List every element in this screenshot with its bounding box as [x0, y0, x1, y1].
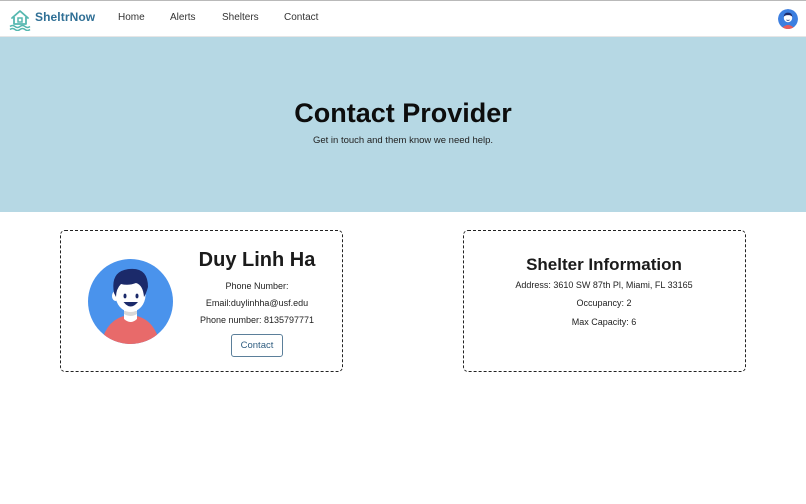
hero-banner: Contact Provider Get in touch and them k… [0, 37, 806, 212]
provider-name: Duy Linh Ha [198, 249, 316, 271]
provider-phone-label: Phone Number: [225, 281, 289, 291]
shelter-max-capacity: Max Capacity: 6 [571, 317, 637, 327]
provider-details: Duy Linh Ha Phone Number: Email:duylinhh… [192, 231, 322, 357]
shelter-info-card: Shelter Information Address: 3610 SW 87t… [463, 230, 746, 372]
provider-card: Duy Linh Ha Phone Number: Email:duylinhh… [60, 230, 343, 372]
user-avatar-icon[interactable] [778, 9, 798, 29]
page-subtitle: Get in touch and them know we need help. [312, 135, 494, 146]
provider-avatar-icon [88, 259, 173, 344]
provider-phone: Phone number: 8135797771 [199, 315, 315, 325]
page-title: Contact Provider [294, 98, 512, 128]
nav-contact-link[interactable]: Contact [284, 12, 318, 23]
nav-home-link[interactable]: Home [118, 12, 145, 23]
navbar: SheltrNow Home Alerts Shelters Contact [0, 1, 806, 37]
nav-shelters-link[interactable]: Shelters [222, 12, 259, 23]
shelter-info-title: Shelter Information [526, 255, 682, 274]
nav-alerts-link[interactable]: Alerts [170, 12, 196, 23]
provider-email: Email:duylinhha@usf.edu [205, 298, 309, 308]
contact-button[interactable]: Contact [230, 334, 284, 357]
shelter-occupancy: Occupancy: 2 [576, 298, 632, 308]
house-water-logo-icon[interactable] [8, 7, 32, 32]
brand-name[interactable]: SheltrNow [35, 10, 95, 24]
shelter-address: Address: 3610 SW 87th Pl, Miami, FL 3316… [515, 280, 693, 290]
